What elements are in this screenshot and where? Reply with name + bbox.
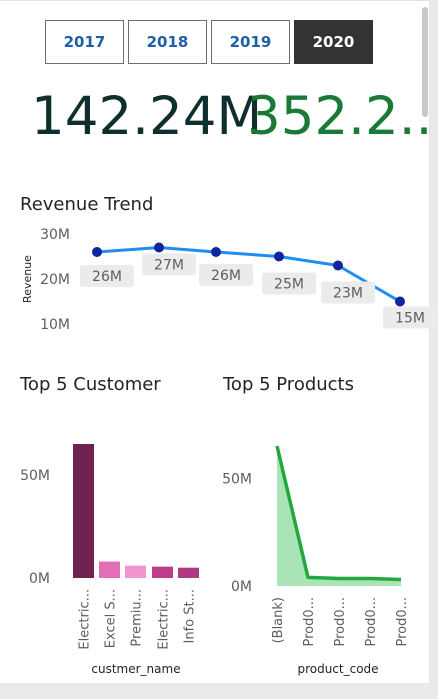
revenue-point [92, 247, 102, 257]
revenue-point [154, 242, 164, 253]
revenue-point [333, 260, 343, 271]
revenue-data-label: 25M [274, 277, 304, 293]
customer-bar [73, 444, 94, 578]
products-area-fill [277, 446, 401, 586]
products-x-axis-label: product_code [297, 662, 378, 676]
products-x-tick: Prod0... [364, 597, 379, 647]
revenue-y-tick: 10M [40, 317, 70, 333]
customer-bar [125, 565, 146, 578]
revenue-data-label: 15M [395, 311, 425, 327]
charts-layer: 30M 20M 10M Revenue 26M 27M 26M 25M 23M 15M 50M 0M E… [20, 227, 437, 676]
revenue-y-tick: 20M [40, 272, 70, 288]
revenue-data-label: 23M [333, 286, 363, 302]
customer-y-tick: 50M [20, 468, 50, 484]
revenue-data-label: 26M [211, 268, 241, 284]
products-x-tick: Prod0... [395, 597, 410, 647]
products-x-tick: Prod0... [333, 597, 348, 647]
customer-x-tick: Premiu... [130, 589, 145, 647]
report-canvas: 2017 2018 2019 2020 142.24M 352.2... Rev… [0, 0, 437, 683]
revenue-y-tick: 30M [40, 227, 70, 243]
customer-x-tick: Info St... [183, 589, 198, 643]
revenue-data-label: 26M [92, 269, 122, 285]
revenue-data-label: 27M [154, 258, 184, 274]
revenue-point [274, 251, 284, 262]
revenue-y-axis-label: Revenue [21, 255, 34, 303]
revenue-point [211, 247, 221, 257]
customer-x-tick: Excel S... [104, 589, 119, 648]
customer-x-tick: Electric... [78, 589, 93, 650]
products-x-tick: Prod0... [302, 597, 317, 647]
page: 2017 2018 2019 2020 142.24M 352.2... Rev… [0, 0, 438, 699]
customer-bar [152, 566, 173, 578]
customer-x-tick: Electric... [157, 589, 172, 650]
products-x-tick: (Blank) [271, 597, 286, 643]
products-y-tick: 0M [231, 579, 252, 595]
customer-y-tick: 0M [29, 571, 50, 587]
products-y-tick: 50M [222, 471, 252, 487]
customer-bar [178, 567, 199, 578]
revenue-point [395, 296, 405, 307]
customer-bar [99, 561, 120, 578]
customer-x-axis-label: custmer_name [91, 662, 180, 676]
